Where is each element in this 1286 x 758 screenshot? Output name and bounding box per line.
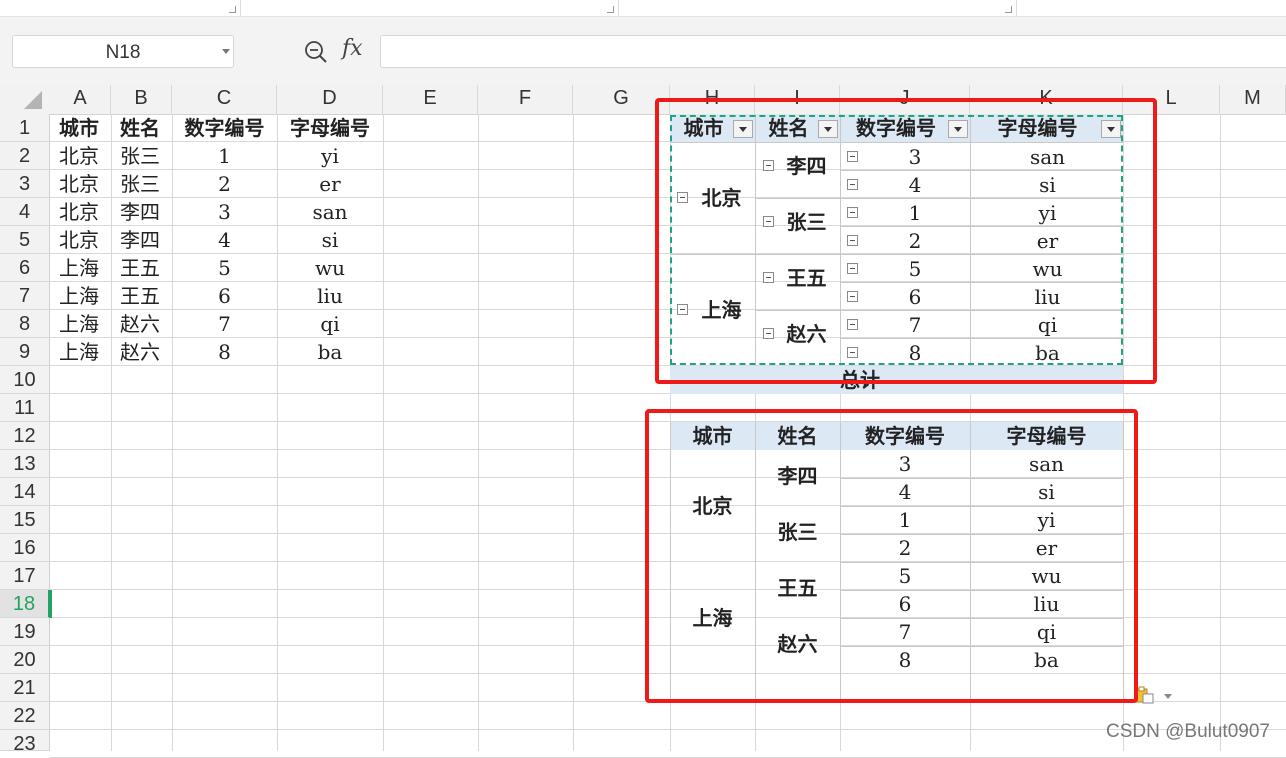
data-cell[interactable]: 北京 [50,142,111,170]
select-all-icon [24,91,42,109]
active-cell-indicator [50,590,52,618]
paste-options-icon[interactable] [1135,686,1155,704]
grid-line [50,729,1286,730]
row-header-23[interactable]: 23 [0,730,50,755]
highlight-box [645,409,1138,703]
fx-icon[interactable]: fx [342,36,363,61]
row-header-14[interactable]: 14 [0,478,50,506]
row-header-18[interactable]: 18 [0,590,50,618]
data-cell[interactable]: ba [277,338,383,366]
highlight-box [655,98,1157,384]
row-header-16[interactable]: 16 [0,534,50,562]
data-cell[interactable]: 张三 [111,170,172,198]
zoom-icon[interactable] [304,40,328,64]
row-header-6[interactable]: 6 [0,254,50,282]
row-header-1[interactable]: 1 [0,114,50,142]
row-header-20[interactable]: 20 [0,646,50,674]
data-cell[interactable]: san [277,198,383,226]
row-header-5[interactable]: 5 [0,226,50,254]
data-cell[interactable]: 上海 [50,282,111,310]
grid-line [1220,114,1221,751]
data-cell[interactable]: 赵六 [111,310,172,338]
ribbon-group [240,0,619,16]
row-header-9[interactable]: 9 [0,338,50,366]
column-header-f[interactable]: F [478,85,573,114]
row-header-4[interactable]: 4 [0,198,50,226]
data-cell[interactable]: si [277,226,383,254]
column-header-c[interactable]: C [172,85,277,114]
row-header-22[interactable]: 22 [0,702,50,730]
data-cell[interactable]: liu [277,282,383,310]
data-cell[interactable]: 李四 [111,226,172,254]
column-header-d[interactable]: D [277,85,383,114]
formula-input[interactable] [380,35,1286,68]
data-cell[interactable]: 李四 [111,198,172,226]
ribbon-strip [0,0,1286,17]
row-header-10[interactable]: 10 [0,366,50,394]
header-cell[interactable]: 城市 [50,114,111,142]
data-cell[interactable]: 4 [172,226,277,254]
row-header-21[interactable]: 21 [0,674,50,702]
data-cell[interactable]: 8 [172,338,277,366]
data-cell[interactable]: 7 [172,310,277,338]
header-cell[interactable]: 姓名 [111,114,172,142]
column-header-m[interactable]: M [1220,85,1286,114]
row-header-8[interactable]: 8 [0,310,50,338]
data-cell[interactable]: 王五 [111,254,172,282]
row-header-19[interactable]: 19 [0,618,50,646]
name-box[interactable]: N18 [12,35,234,68]
header-cell[interactable]: 数字编号 [172,114,277,142]
row-header-7[interactable]: 7 [0,282,50,310]
grid-line [478,114,479,751]
data-cell[interactable]: 2 [172,170,277,198]
data-cell[interactable]: 上海 [50,338,111,366]
column-header-e[interactable]: E [383,85,478,114]
data-cell[interactable]: 1 [172,142,277,170]
data-cell[interactable]: 北京 [50,226,111,254]
chevron-down-icon[interactable] [222,49,230,54]
row-header-3[interactable]: 3 [0,170,50,198]
data-cell[interactable]: yi [277,142,383,170]
row-header-12[interactable]: 12 [0,422,50,450]
data-cell[interactable]: 北京 [50,198,111,226]
row-header-17[interactable]: 17 [0,562,50,590]
column-header-b[interactable]: B [111,85,172,114]
data-cell[interactable]: wu [277,254,383,282]
data-cell[interactable]: 王五 [111,282,172,310]
row-header-2[interactable]: 2 [0,142,50,170]
data-cell[interactable]: 3 [172,198,277,226]
data-cell[interactable]: 赵六 [111,338,172,366]
chevron-down-icon[interactable] [1164,694,1172,699]
row-header-15[interactable]: 15 [0,506,50,534]
data-cell[interactable]: 上海 [50,310,111,338]
data-cell[interactable]: qi [277,310,383,338]
column-header-a[interactable]: A [50,85,111,114]
header-cell[interactable]: 字母编号 [277,114,383,142]
row-header-13[interactable]: 13 [0,450,50,478]
ribbon-group [0,0,241,16]
data-cell[interactable]: 张三 [111,142,172,170]
grid-line [573,114,574,751]
data-cell[interactable]: 上海 [50,254,111,282]
data-cell[interactable]: 6 [172,282,277,310]
data-cell[interactable]: 5 [172,254,277,282]
grid-line [383,114,384,751]
row-header-11[interactable]: 11 [0,394,50,422]
ribbon-group [618,0,1017,16]
data-cell[interactable]: er [277,170,383,198]
watermark: CSDN @Bulut0907 [1106,721,1270,742]
data-cell[interactable]: 北京 [50,170,111,198]
